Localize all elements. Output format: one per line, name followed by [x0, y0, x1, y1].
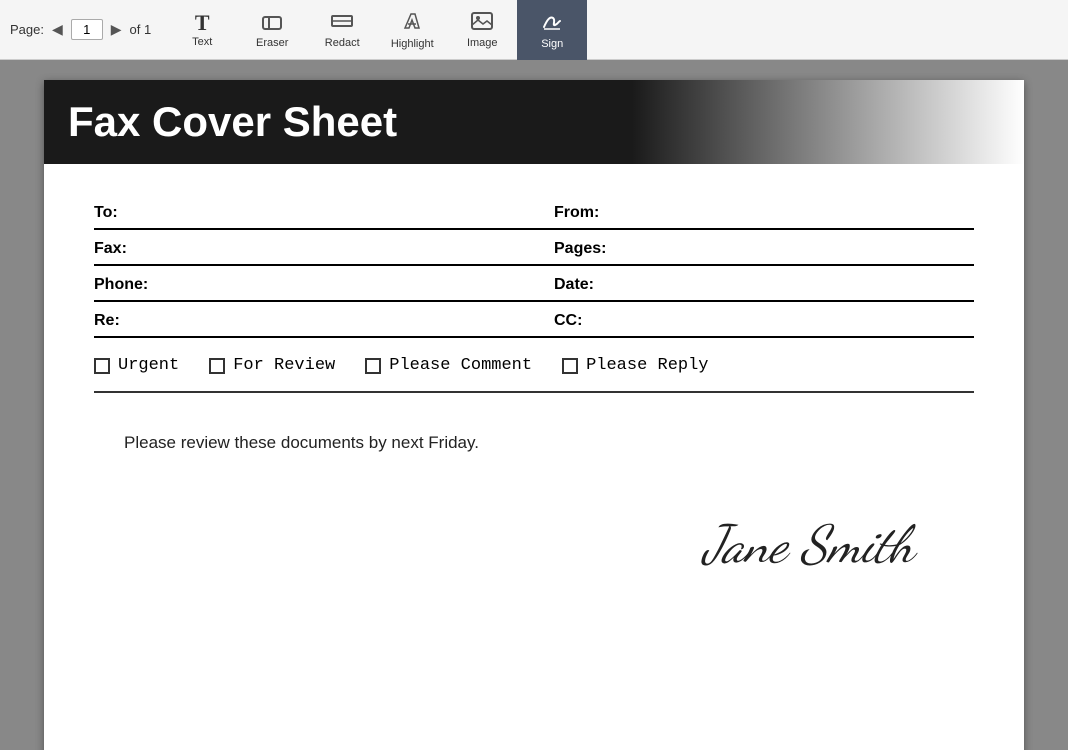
form-row-to-from: To: From: — [94, 194, 974, 230]
checkbox-for-review: For Review — [209, 356, 335, 375]
please-comment-checkbox[interactable] — [365, 358, 381, 374]
notes-text: Please review these documents by next Fr… — [124, 433, 479, 452]
to-label: To: — [94, 204, 118, 221]
please-reply-checkbox[interactable] — [562, 358, 578, 374]
signature-area: Jane Smith — [94, 493, 974, 596]
phone-label: Phone: — [94, 276, 148, 293]
form-section: To: From: Fax: Pages: Phone: D — [44, 194, 1024, 596]
tool-image-button[interactable]: Image — [447, 0, 517, 60]
image-label: Image — [467, 37, 498, 49]
form-cell-date: Date: — [534, 266, 974, 300]
for-review-label: For Review — [233, 356, 335, 375]
signature-text: Jane Smith — [703, 513, 914, 576]
highlight-icon — [401, 10, 423, 36]
section-divider — [94, 391, 974, 393]
sign-icon — [541, 10, 563, 36]
form-cell-re: Re: — [94, 302, 534, 336]
urgent-label: Urgent — [118, 356, 179, 375]
from-label: From: — [554, 204, 599, 221]
page-prev-button[interactable]: ◀ — [48, 19, 67, 40]
for-review-checkbox[interactable] — [209, 358, 225, 374]
form-cell-from: From: — [534, 194, 974, 228]
toolbar: Page: ◀ ▶ of 1 T Text Eraser Redact High… — [0, 0, 1068, 60]
form-cell-cc: CC: — [534, 302, 974, 336]
re-label: Re: — [94, 312, 120, 329]
redact-icon — [331, 11, 353, 35]
image-icon — [471, 11, 493, 35]
page-label: Page: — [10, 22, 44, 37]
checkbox-please-reply: Please Reply — [562, 356, 708, 375]
form-row-re-cc: Re: CC: — [94, 302, 974, 338]
fax-title: Fax Cover Sheet — [68, 98, 1000, 146]
fax-header: Fax Cover Sheet — [44, 80, 1024, 164]
page-next-button[interactable]: ▶ — [107, 19, 126, 40]
notes-section: Please review these documents by next Fr… — [94, 413, 974, 493]
form-cell-phone: Phone: — [94, 266, 534, 300]
form-row-phone-date: Phone: Date: — [94, 266, 974, 302]
tool-text-button[interactable]: T Text — [167, 0, 237, 60]
tool-highlight-button[interactable]: Highlight — [377, 0, 447, 60]
text-icon: T — [195, 12, 210, 34]
fax-label: Fax: — [94, 240, 127, 257]
redact-label: Redact — [325, 37, 360, 49]
please-comment-label: Please Comment — [389, 356, 532, 375]
form-cell-fax: Fax: — [94, 230, 534, 264]
urgent-checkbox[interactable] — [94, 358, 110, 374]
tool-eraser-button[interactable]: Eraser — [237, 0, 307, 60]
checkbox-row: Urgent For Review Please Comment Please … — [94, 338, 974, 387]
eraser-label: Eraser — [256, 37, 288, 49]
form-cell-to: To: — [94, 194, 534, 228]
tool-sign-button[interactable]: Sign — [517, 0, 587, 60]
page-number-input[interactable] — [71, 19, 103, 40]
form-row-fax-pages: Fax: Pages: — [94, 230, 974, 266]
please-reply-label: Please Reply — [586, 356, 708, 375]
document-area: Fax Cover Sheet To: From: Fax: Pages: — [0, 60, 1068, 750]
page: Fax Cover Sheet To: From: Fax: Pages: — [44, 80, 1024, 750]
sign-label: Sign — [541, 38, 563, 50]
cc-label: CC: — [554, 312, 582, 329]
eraser-icon — [261, 11, 283, 35]
checkbox-please-comment: Please Comment — [365, 356, 532, 375]
highlight-label: Highlight — [391, 38, 434, 50]
date-label: Date: — [554, 276, 594, 293]
text-label: Text — [192, 36, 212, 48]
tool-redact-button[interactable]: Redact — [307, 0, 377, 60]
form-cell-pages: Pages: — [534, 230, 974, 264]
checkbox-urgent: Urgent — [94, 356, 179, 375]
page-of-label: of 1 — [130, 22, 152, 37]
page-navigation: Page: ◀ ▶ of 1 — [10, 19, 151, 40]
pages-label: Pages: — [554, 240, 606, 257]
